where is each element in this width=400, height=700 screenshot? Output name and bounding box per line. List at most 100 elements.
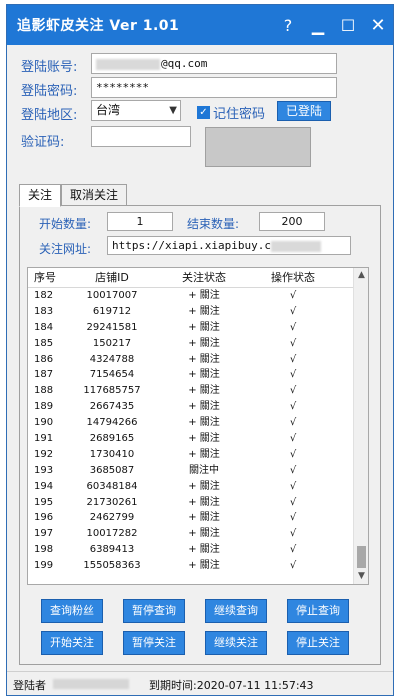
scroll-up-icon[interactable]: ▲	[354, 268, 368, 283]
pause-follow-button[interactable]: 暂停关注	[123, 631, 185, 655]
password-field[interactable]: ********	[91, 77, 337, 98]
table-row[interactable]: 197 10017282 + 關注 √	[28, 526, 368, 542]
title-bar[interactable]: 追影虾皮关注 Ver 1.01 ? ▁ ☐ ✕	[7, 5, 393, 45]
help-icon[interactable]: ?	[273, 5, 303, 45]
row-index: 195	[34, 496, 54, 508]
shop-table[interactable]: 序号 店铺ID 关注状态 操作状态 182 10017007 + 關注 √ 183 619…	[27, 267, 369, 585]
start-count-field[interactable]: 1	[107, 212, 173, 231]
end-count-field[interactable]: 200	[259, 212, 325, 231]
table-row[interactable]: 183 619712 + 關注 √	[28, 304, 368, 320]
maximize-icon[interactable]: ☐	[333, 5, 363, 45]
tab-unfollow[interactable]: 取消关注	[61, 184, 128, 206]
row-follow-status: + 關注	[188, 401, 220, 413]
app-window: 追影虾皮关注 Ver 1.01 ? ▁ ☐ ✕ 登陆账号: @qq.com 登陆…	[6, 4, 394, 696]
table-row[interactable]: 195 21730261 + 關注 √	[28, 495, 368, 511]
window-title: 追影虾皮关注 Ver 1.01	[17, 18, 180, 34]
table-scrollbar[interactable]: ▲ ▼	[353, 268, 368, 584]
row-op-status: √	[289, 560, 297, 572]
row-index: 196	[34, 512, 54, 524]
row-shop-id: 2667435	[89, 401, 135, 413]
table-row[interactable]: 185 150217 + 關注 √	[28, 336, 368, 352]
table-row[interactable]: 184 29241581 + 關注 √	[28, 320, 368, 336]
row-index: 190	[34, 417, 54, 429]
table-row[interactable]: 187 7154654 + 關注 √	[28, 367, 368, 383]
row-shop-id: 1730410	[89, 448, 135, 460]
table-row[interactable]: 193 3685087 關注中 √	[28, 463, 368, 479]
row-index: 194	[34, 480, 54, 492]
follow-url-field[interactable]: https://xiapi.xiapibuy.c	[107, 236, 351, 255]
row-index: 183	[34, 305, 54, 317]
remember-password-checkbox[interactable]: ✓ 记住密码	[197, 103, 265, 122]
minimize-icon[interactable]: ▁	[303, 5, 333, 45]
row-op-status: √	[289, 512, 297, 524]
col-header-follow-status[interactable]: 关注状态	[162, 268, 246, 287]
row-follow-status: 關注中	[189, 464, 219, 476]
row-index: 184	[34, 321, 54, 333]
row-follow-status: + 關注	[188, 290, 220, 301]
captcha-label: 验证码:	[21, 135, 65, 150]
tab-follow[interactable]: 关注	[19, 184, 62, 207]
row-follow-status: + 關注	[188, 369, 220, 381]
col-header-shop-id[interactable]: 店铺ID	[62, 268, 162, 287]
login-button[interactable]: 已登陆	[277, 101, 331, 121]
expire-time: 到期时间:2020-07-11 11:57:43	[149, 679, 314, 692]
table-row[interactable]: 199 155058363 + 關注 √	[28, 558, 368, 574]
row-follow-status: + 關注	[188, 433, 220, 445]
row-shop-id: 619712	[92, 305, 132, 317]
row-op-status: √	[289, 385, 297, 397]
stop-query-button[interactable]: 停止查询	[287, 599, 349, 623]
table-row[interactable]: 198 6389413 + 關注 √	[28, 542, 368, 558]
row-follow-status: + 關注	[188, 321, 220, 333]
table-row[interactable]: 196 2462799 + 關注 √	[28, 510, 368, 526]
close-icon[interactable]: ✕	[363, 5, 393, 45]
table-row[interactable]: 194 60348184 + 關注 √	[28, 479, 368, 495]
row-op-status: √	[289, 321, 297, 333]
table-row[interactable]: 186 4324788 + 關注 √	[28, 352, 368, 368]
continue-query-button[interactable]: 继续查询	[205, 599, 267, 623]
account-field[interactable]: @qq.com	[91, 53, 337, 74]
row-shop-id: 3685087	[89, 464, 135, 476]
row-follow-status: + 關注	[188, 528, 220, 540]
row-index: 189	[34, 401, 54, 413]
region-select[interactable]: 台湾 ▼	[91, 100, 181, 121]
checkbox-checked-icon: ✓	[197, 106, 210, 119]
row-shop-id: 10017007	[86, 290, 138, 301]
row-shop-id: 7154654	[89, 369, 135, 381]
end-count-label: 结束数量:	[187, 217, 240, 231]
table-row[interactable]: 188 117685757 + 關注 √	[28, 383, 368, 399]
row-shop-id: 4324788	[89, 353, 135, 365]
row-follow-status: + 關注	[188, 512, 220, 524]
window-controls: ? ▁ ☐ ✕	[273, 5, 393, 45]
row-op-status: √	[289, 369, 297, 381]
row-shop-id: 2689165	[89, 433, 135, 445]
table-row[interactable]: 191 2689165 + 關注 √	[28, 431, 368, 447]
row-op-status: √	[289, 528, 297, 540]
pause-query-button[interactable]: 暂停查询	[123, 599, 185, 623]
col-header-index[interactable]: 序号	[28, 268, 62, 287]
table-row[interactable]: 189 2667435 + 關注 √	[28, 399, 368, 415]
table-header: 序号 店铺ID 关注状态 操作状态	[28, 268, 368, 288]
captcha-field[interactable]	[91, 126, 191, 147]
table-row[interactable]: 192 1730410 + 關注 √	[28, 447, 368, 463]
col-header-op-status[interactable]: 操作状态	[246, 268, 340, 287]
query-fans-button[interactable]: 查询粉丝	[41, 599, 103, 623]
continue-follow-button[interactable]: 继续关注	[205, 631, 267, 655]
row-op-status: √	[289, 433, 297, 445]
start-follow-button[interactable]: 开始关注	[41, 631, 103, 655]
scroll-down-icon[interactable]: ▼	[354, 569, 368, 584]
row-op-status: √	[289, 353, 297, 365]
scroll-thumb[interactable]	[357, 546, 366, 568]
follow-url-label: 关注网址:	[39, 242, 92, 256]
url-redacted	[270, 240, 321, 252]
row-op-status: √	[289, 290, 297, 301]
row-shop-id: 2462799	[89, 512, 135, 524]
row-follow-status: + 關注	[188, 480, 220, 492]
status-bar: 登陆者 到期时间:2020-07-11 11:57:43	[7, 671, 393, 695]
table-row[interactable]: 190 14794266 + 關注 √	[28, 415, 368, 431]
account-redacted	[96, 58, 160, 70]
row-follow-status: + 關注	[188, 385, 220, 397]
stop-follow-button[interactable]: 停止关注	[287, 631, 349, 655]
captcha-image[interactable]	[205, 127, 311, 167]
table-row[interactable]: 182 10017007 + 關注 √	[28, 288, 368, 304]
row-op-status: √	[289, 401, 297, 413]
